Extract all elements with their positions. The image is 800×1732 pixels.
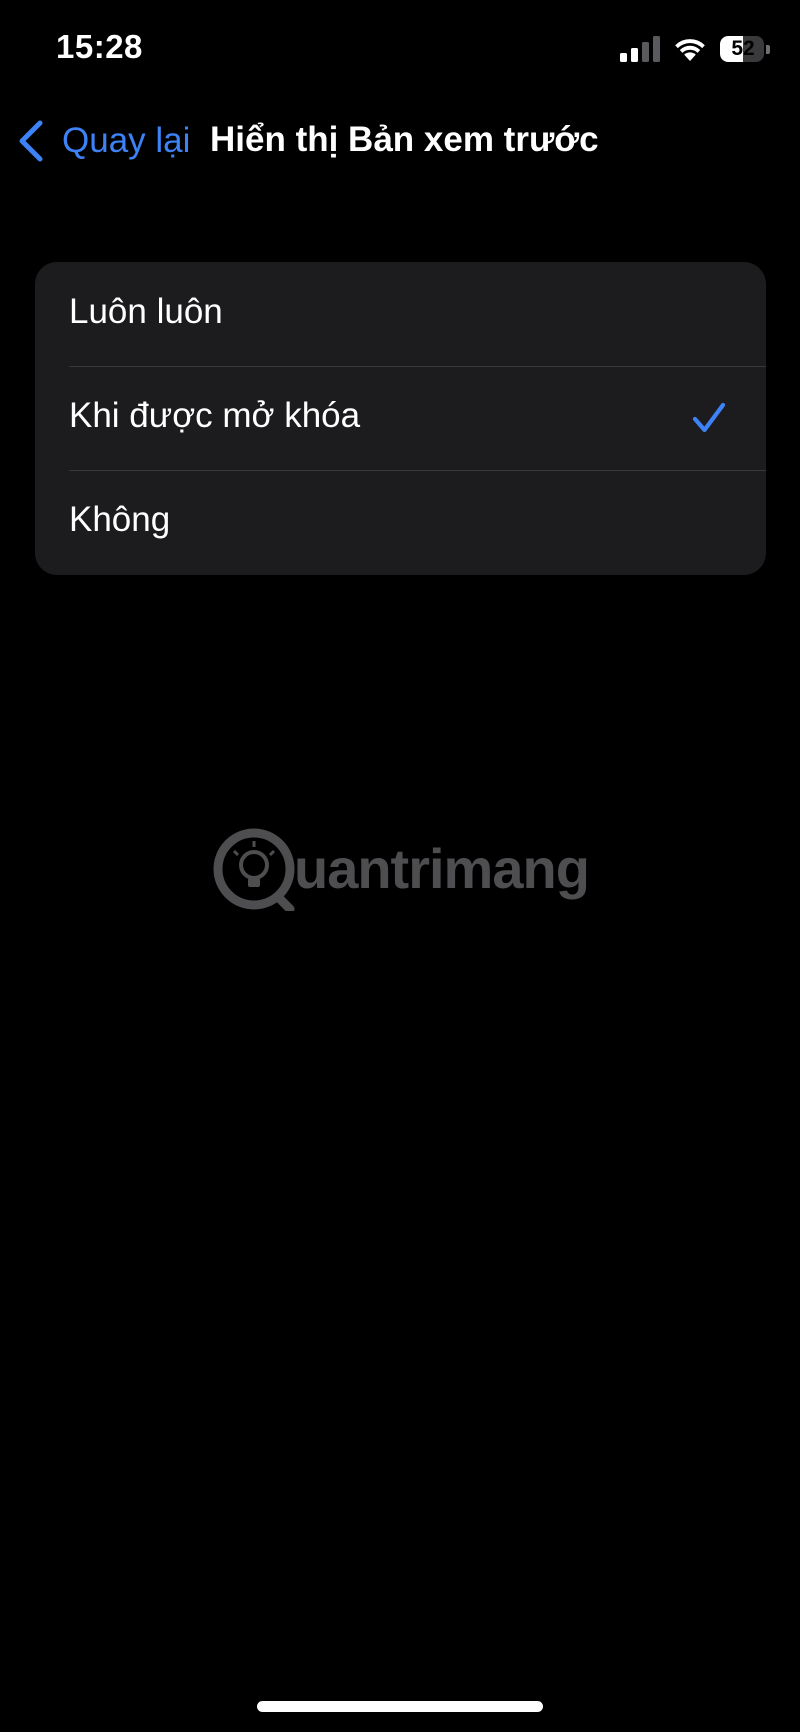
option-row-never[interactable]: Không — [35, 470, 766, 574]
option-label: Khi được mở khóa — [69, 396, 361, 435]
cellular-signal-icon — [620, 36, 660, 62]
preview-options-list: Luôn luôn Khi được mở khóa Không — [35, 262, 766, 575]
page-title: Hiển thị Bản xem trước — [210, 120, 599, 159]
chevron-left-icon — [19, 120, 43, 162]
back-button[interactable]: Quay lại — [16, 116, 190, 166]
battery-body: 52 — [720, 36, 765, 62]
battery-level: 52 — [731, 37, 755, 60]
battery-cap — [766, 44, 770, 54]
watermark-text: uantrimang — [294, 837, 590, 900]
navigation-bar: Quay lại Hiển thị Bản xem trước — [0, 100, 800, 182]
wifi-icon — [675, 39, 705, 61]
battery-indicator: 52 — [720, 36, 770, 62]
home-indicator[interactable] — [257, 1701, 543, 1712]
back-button-label: Quay lại — [62, 121, 191, 160]
status-bar: 15:28 52 — [0, 0, 800, 100]
option-label: Không — [69, 500, 171, 539]
checkmark-icon — [692, 402, 726, 433]
option-row-when-unlocked[interactable]: Khi được mở khóa — [35, 366, 766, 470]
status-icons: 52 — [620, 34, 770, 64]
watermark: uantrimang — [212, 824, 590, 914]
option-row-always[interactable]: Luôn luôn — [35, 262, 766, 366]
status-time: 15:28 — [56, 28, 143, 65]
lightbulb-logo-icon — [213, 828, 295, 911]
option-label: Luôn luôn — [69, 292, 223, 331]
